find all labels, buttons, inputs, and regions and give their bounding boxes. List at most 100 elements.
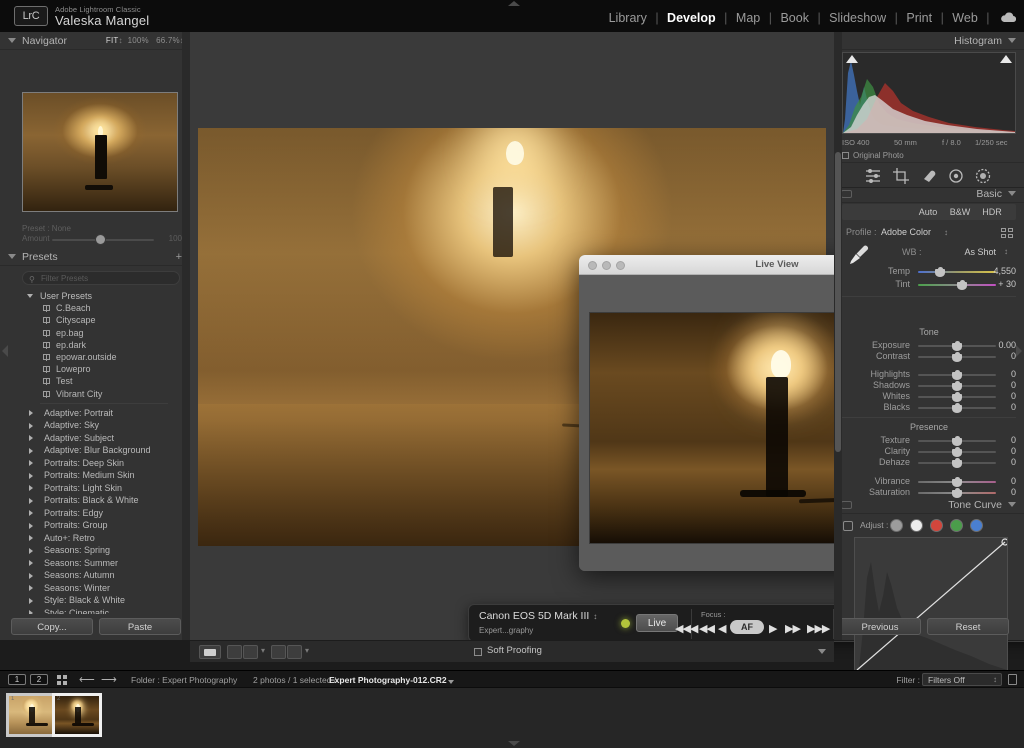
module-map[interactable]: Map bbox=[732, 11, 764, 25]
display-1-button[interactable]: 1 bbox=[8, 674, 26, 685]
preset-group[interactable]: Seasons: Spring bbox=[0, 544, 190, 557]
zoom-fit-stepper[interactable]: ↕ bbox=[119, 36, 123, 45]
current-file-name[interactable]: Expert Photography-012.CR2 bbox=[329, 675, 447, 685]
highlight-clipping-indicator[interactable] bbox=[1000, 55, 1012, 63]
preset-group[interactable]: Portraits: Edgy bbox=[0, 507, 190, 520]
presets-header[interactable]: Presets + bbox=[0, 248, 190, 266]
basic-adjust-icon[interactable] bbox=[864, 167, 882, 185]
tone-curve-header[interactable]: Tone Curve bbox=[834, 496, 1024, 514]
focus-near-1-button[interactable]: ▶ bbox=[769, 622, 776, 635]
tone-curve-graph[interactable] bbox=[854, 537, 1008, 673]
paste-button[interactable]: Paste bbox=[99, 618, 181, 635]
previous-button[interactable]: Previous bbox=[839, 618, 921, 635]
navigator-preview[interactable] bbox=[22, 92, 178, 212]
slider-dehaze[interactable]: Dehaze 0 bbox=[834, 456, 1024, 469]
preset-item[interactable]: ep.bag bbox=[0, 327, 190, 339]
module-library[interactable]: Library bbox=[605, 11, 651, 25]
preset-group[interactable]: Portraits: Group bbox=[0, 519, 190, 532]
module-web[interactable]: Web bbox=[948, 11, 981, 25]
preset-item[interactable]: Lowepro bbox=[0, 363, 190, 375]
compare-mode-stepper[interactable]: ▾ bbox=[305, 646, 309, 655]
compare-view-left-icon[interactable] bbox=[271, 645, 286, 659]
preset-group[interactable]: Portraits: Deep Skin bbox=[0, 457, 190, 470]
arrow-left-icon[interactable]: ⟵ bbox=[79, 675, 95, 685]
targeted-adjust-icon[interactable] bbox=[843, 521, 853, 531]
loupe-view-icon[interactable] bbox=[199, 645, 221, 659]
bottom-panel-toggle[interactable] bbox=[508, 741, 520, 746]
chevron-down-icon[interactable] bbox=[448, 680, 454, 684]
compare-view-right-icon[interactable] bbox=[287, 645, 302, 659]
wb-value[interactable]: As Shot bbox=[964, 247, 996, 257]
grid-view-icon[interactable] bbox=[57, 675, 68, 685]
shadow-clipping-indicator[interactable] bbox=[846, 55, 858, 63]
reset-button[interactable]: Reset bbox=[927, 618, 1009, 635]
histogram-graph[interactable] bbox=[842, 52, 1016, 134]
module-print[interactable]: Print bbox=[902, 11, 936, 25]
preset-item[interactable]: ep.dark bbox=[0, 339, 190, 351]
curve-channel-blue[interactable] bbox=[970, 519, 983, 532]
curve-channel-point[interactable] bbox=[910, 519, 923, 532]
zoom-custom[interactable]: 66.7% bbox=[156, 36, 180, 45]
tether-camera-name[interactable]: Canon EOS 5D Mark III↕ bbox=[479, 610, 597, 622]
arrow-right-icon[interactable]: ⟶ bbox=[101, 675, 117, 685]
preset-group[interactable]: Style: Black & White bbox=[0, 594, 190, 607]
preset-group[interactable]: Seasons: Summer bbox=[0, 557, 190, 570]
zoom-fit[interactable]: FIT bbox=[106, 36, 119, 45]
eyedropper-icon[interactable] bbox=[848, 244, 870, 264]
focus-near-3-button[interactable]: ▶▶▶ bbox=[807, 622, 829, 635]
preset-item[interactable]: Cityscape bbox=[0, 314, 190, 326]
module-slideshow[interactable]: Slideshow bbox=[825, 11, 890, 25]
preset-group[interactable]: Portraits: Medium Skin bbox=[0, 469, 190, 482]
display-2-button[interactable]: 2 bbox=[30, 674, 48, 685]
left-panel-toggle[interactable] bbox=[2, 345, 8, 357]
navigator-header[interactable]: Navigator FIT↕ 100% 66.7%↕ bbox=[0, 32, 190, 50]
spot-removal-icon[interactable] bbox=[920, 167, 938, 185]
amount-slider-knob[interactable] bbox=[96, 235, 105, 244]
preset-group[interactable]: Adaptive: Sky bbox=[0, 419, 190, 432]
slider-contrast[interactable]: Contrast 0 bbox=[834, 350, 1024, 363]
hdr-button[interactable]: HDR bbox=[970, 204, 1014, 220]
preset-item[interactable]: Test bbox=[0, 375, 190, 387]
preset-item[interactable]: C.Beach bbox=[0, 302, 190, 314]
filmstrip-thumbnail-1[interactable]: 1 bbox=[6, 693, 56, 737]
preset-group[interactable]: Portraits: Black & White bbox=[0, 494, 190, 507]
masking-icon[interactable] bbox=[974, 167, 992, 185]
filmstrip-thumbnail-2[interactable]: 2 bbox=[52, 693, 102, 737]
right-panel-scrollbar[interactable] bbox=[834, 32, 842, 640]
focus-far-1-button[interactable]: ◀ bbox=[718, 622, 725, 635]
preset-search-input[interactable]: ⚲ Filter Presets bbox=[22, 271, 180, 285]
slider-tint[interactable]: Tint + 30 bbox=[834, 278, 1024, 291]
preset-group[interactable]: Adaptive: Subject bbox=[0, 432, 190, 445]
before-after-right-icon[interactable] bbox=[243, 645, 258, 659]
focus-near-2-button[interactable]: ▶▶ bbox=[785, 622, 800, 635]
preset-group[interactable]: Auto+: Retro bbox=[0, 532, 190, 545]
curve-channel-green[interactable] bbox=[950, 519, 963, 532]
slider-knob[interactable] bbox=[952, 403, 962, 413]
scrollbar-thumb[interactable] bbox=[835, 152, 841, 452]
preset-group[interactable]: Seasons: Autumn bbox=[0, 569, 190, 582]
slider-knob[interactable] bbox=[952, 458, 962, 468]
preset-group-user[interactable]: User Presets bbox=[0, 290, 190, 302]
live-button[interactable]: Live bbox=[636, 614, 678, 632]
preset-group[interactable]: Seasons: Winter bbox=[0, 582, 190, 595]
focus-far-2-button[interactable]: ◀◀ bbox=[699, 622, 714, 635]
profile-value[interactable]: Adobe Color bbox=[881, 227, 931, 237]
profile-browser-icon[interactable] bbox=[1001, 228, 1014, 239]
profile-stepper-icon[interactable]: ↕ bbox=[944, 228, 948, 237]
basic-header[interactable]: Basic bbox=[834, 185, 1024, 203]
module-book[interactable]: Book bbox=[776, 11, 813, 25]
zoom-100[interactable]: 100% bbox=[128, 36, 149, 45]
right-panel-toggle[interactable] bbox=[1016, 345, 1022, 357]
preset-group[interactable]: Portraits: Light Skin bbox=[0, 482, 190, 495]
original-photo-toggle[interactable]: Original Photo bbox=[842, 151, 904, 160]
panel-switch-icon[interactable] bbox=[841, 501, 852, 509]
auto-focus-button[interactable]: AF bbox=[730, 620, 764, 634]
preset-group[interactable]: Adaptive: Portrait bbox=[0, 407, 190, 420]
curve-channel-composite[interactable] bbox=[890, 519, 903, 532]
focus-far-3-button[interactable]: ◀◀◀ bbox=[675, 622, 697, 635]
histogram-header[interactable]: Histogram bbox=[834, 32, 1024, 50]
before-after-left-icon[interactable] bbox=[227, 645, 242, 659]
preset-group[interactable]: Adaptive: Blur Background bbox=[0, 444, 190, 457]
slider-blacks[interactable]: Blacks 0 bbox=[834, 401, 1024, 414]
left-panel-scrollbar[interactable] bbox=[182, 32, 190, 640]
